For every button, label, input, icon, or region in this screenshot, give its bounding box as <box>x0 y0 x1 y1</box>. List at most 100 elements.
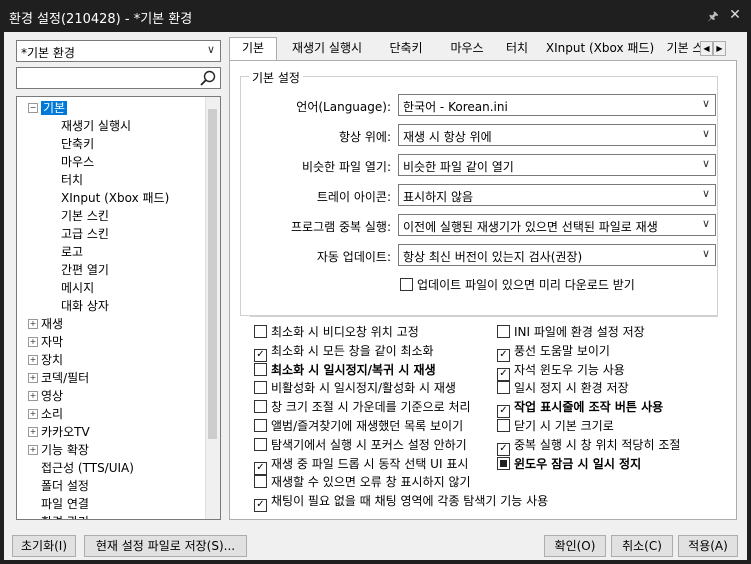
tree-item[interactable]: 기본 스킨 <box>61 207 109 225</box>
checkbox-box[interactable] <box>400 278 413 291</box>
tree-item[interactable]: 접근성 (TTS/UIA) <box>41 459 134 477</box>
search-input[interactable] <box>16 67 221 89</box>
option-checkbox[interactable]: 윈도우 잠금 시 일시 정지 <box>497 456 641 472</box>
check-icon[interactable]: ✓ <box>497 348 510 362</box>
checkbox-box[interactable] <box>254 475 267 489</box>
save-current-button[interactable]: 현재 설정 파일로 저장(S)... <box>84 535 247 557</box>
tab[interactable]: 마우스 <box>441 38 493 60</box>
option-checkbox[interactable]: INI 파일에 환경 설정 저장 <box>497 324 645 340</box>
expand-icon[interactable]: + <box>28 409 38 419</box>
option-checkbox[interactable]: 닫기 시 기본 크기로 <box>497 418 614 434</box>
option-checkbox[interactable]: 재생할 수 있으면 오류 창 표시하지 않기 <box>254 474 471 490</box>
setting-combo[interactable]: 한국어 - Korean.ini ∨ <box>398 94 716 116</box>
option-checkbox[interactable]: 비활성화 시 일시정지/활성화 시 재생 <box>254 380 456 396</box>
expand-icon[interactable]: + <box>28 337 38 347</box>
preset-combo[interactable]: *기본 환경 ∨ <box>16 40 221 62</box>
check-icon[interactable]: ✓ <box>254 348 267 362</box>
option-checkbox[interactable]: ✓ 재생 중 파일 드롭 시 동작 선택 UI 표시 <box>254 456 468 475</box>
tree-item[interactable]: 파일 연결 <box>41 495 89 513</box>
setting-combo[interactable]: 항상 최신 버전이 있는지 검사(권장) ∨ <box>398 244 716 266</box>
setting-combo[interactable]: 이전에 실행된 재생기가 있으면 선택된 파일로 재생 ∨ <box>398 214 716 236</box>
check-icon[interactable]: ✓ <box>497 367 510 381</box>
tree-scrollbar[interactable] <box>205 97 220 519</box>
expand-icon[interactable]: + <box>28 355 38 365</box>
settings-tree[interactable]: − 기본 재생기 실행시 단축키 마우스 터치 XInput (Xbox 패드) 기본 스킨 고… <box>16 96 221 520</box>
tree-item[interactable]: 로고 <box>61 243 83 261</box>
tree-item[interactable]: 단축키 <box>61 135 94 153</box>
pin-icon[interactable]: 🖈 <box>704 7 722 25</box>
tree-item[interactable]: 마우스 <box>61 153 94 171</box>
close-icon[interactable]: ✕ <box>726 6 744 24</box>
option-checkbox[interactable]: 탐색기에서 실행 시 포커스 설정 안하기 <box>254 437 467 453</box>
expand-icon[interactable]: + <box>28 427 38 437</box>
tree-item[interactable]: 장치 <box>41 351 63 369</box>
option-checkbox[interactable]: 최소화 시 일시정지/복귀 시 재생 <box>254 362 436 378</box>
tree-item[interactable]: 코덱/필터 <box>41 369 89 387</box>
tree-item[interactable]: 환경 관리 <box>41 513 89 519</box>
tree-item[interactable]: 고급 스킨 <box>61 225 109 243</box>
option-checkbox[interactable]: 최소화 시 비디오창 위치 고정 <box>254 324 419 340</box>
tab[interactable]: 기본 <box>229 37 277 61</box>
option-checkbox[interactable]: ✓ 중복 실행 시 창 위치 적당히 조절 <box>497 437 680 456</box>
tree-item[interactable]: 기본 <box>41 99 68 117</box>
tab[interactable]: 기본 스 <box>665 38 705 60</box>
option-checkbox[interactable]: ✓ 작업 표시줄에 조작 버튼 사용 <box>497 399 663 419</box>
check-icon[interactable]: ✓ <box>254 499 267 513</box>
tree-item[interactable]: 재생기 실행시 <box>61 117 131 135</box>
check-icon[interactable]: ✓ <box>497 405 510 419</box>
option-checkbox[interactable]: 일시 정지 시 환경 저장 <box>497 380 629 396</box>
option-checkbox[interactable]: 창 크기 조절 시 가운데를 기준으로 처리 <box>254 399 471 415</box>
expand-icon[interactable]: + <box>28 391 38 401</box>
collapse-icon[interactable]: − <box>28 103 38 113</box>
check-icon[interactable]: ✓ <box>254 461 267 475</box>
search-icon[interactable] <box>199 69 217 87</box>
tab[interactable]: 터치 <box>497 38 537 60</box>
tree-item-label: 파일 연결 <box>41 497 89 511</box>
tab[interactable]: XInput (Xbox 패드) <box>541 38 659 60</box>
setting-combo[interactable]: 비슷한 파일 같이 열기 ∨ <box>398 154 716 176</box>
tree-item[interactable]: 재생 <box>41 315 63 333</box>
checkbox-box[interactable] <box>497 419 510 432</box>
tab[interactable]: 단축키 <box>377 38 435 60</box>
checkbox-box[interactable] <box>254 400 267 414</box>
tree-item[interactable]: 간편 열기 <box>61 261 109 279</box>
option-checkbox[interactable]: 앨범/즐겨찾기에 재생했던 목록 보이기 <box>254 418 463 434</box>
checkbox-box[interactable] <box>254 437 267 451</box>
tree-item[interactable]: 메시지 <box>61 279 94 297</box>
tree-item[interactable]: 기능 확장 <box>41 441 89 459</box>
option-checkbox[interactable]: ✓ 채팅이 필요 없을 때 채팅 영역에 각종 탐색기 기능 사용 <box>254 493 548 513</box>
reset-button[interactable]: 초기화(I) <box>12 535 76 557</box>
checkbox-box[interactable] <box>254 419 267 432</box>
checkbox-box[interactable] <box>497 456 510 470</box>
ok-button[interactable]: 확인(O) <box>544 535 606 557</box>
tab[interactable]: 재생기 실행시 <box>283 38 371 60</box>
option-checkbox[interactable]: ✓ 자석 윈도우 기능 사용 <box>497 362 625 381</box>
tree-item[interactable]: 폴더 설정 <box>41 477 89 495</box>
check-icon[interactable]: ✓ <box>497 442 510 456</box>
expand-icon[interactable]: + <box>28 373 38 383</box>
checkbox-box[interactable] <box>497 381 510 395</box>
checkbox-box[interactable] <box>254 381 267 395</box>
tree-item[interactable]: 자막 <box>41 333 63 351</box>
checkbox-box[interactable] <box>497 325 510 338</box>
tab-scroll-right-icon[interactable]: ▶ <box>713 41 726 56</box>
option-checkbox[interactable]: ✓ 풍선 도움말 보이기 <box>497 343 610 362</box>
tree-item[interactable]: 소리 <box>41 405 63 423</box>
setting-combo[interactable]: 표시하지 않음 ∨ <box>398 184 716 206</box>
tree-item[interactable]: 영상 <box>41 387 63 405</box>
update-download-checkbox[interactable]: 업데이트 파일이 있으면 미리 다운로드 받기 <box>400 277 635 293</box>
tab-scroll-left-icon[interactable]: ◀ <box>700 41 713 56</box>
tree-item[interactable]: 터치 <box>61 171 83 189</box>
setting-combo[interactable]: 재생 시 항상 위에 ∨ <box>398 124 716 146</box>
option-checkbox[interactable]: ✓ 최소화 시 모든 창을 같이 최소화 <box>254 343 434 362</box>
tree-scrollbar-thumb[interactable] <box>208 109 217 439</box>
checkbox-box[interactable] <box>254 362 267 376</box>
expand-icon[interactable]: + <box>28 445 38 455</box>
cancel-button[interactable]: 취소(C) <box>611 535 673 557</box>
apply-button[interactable]: 적용(A) <box>678 535 738 557</box>
tree-item[interactable]: XInput (Xbox 패드) <box>61 189 169 207</box>
tree-item[interactable]: 카카오TV <box>41 423 90 441</box>
expand-icon[interactable]: + <box>28 319 38 329</box>
tree-item[interactable]: 대화 상자 <box>61 297 109 315</box>
checkbox-box[interactable] <box>254 325 267 338</box>
